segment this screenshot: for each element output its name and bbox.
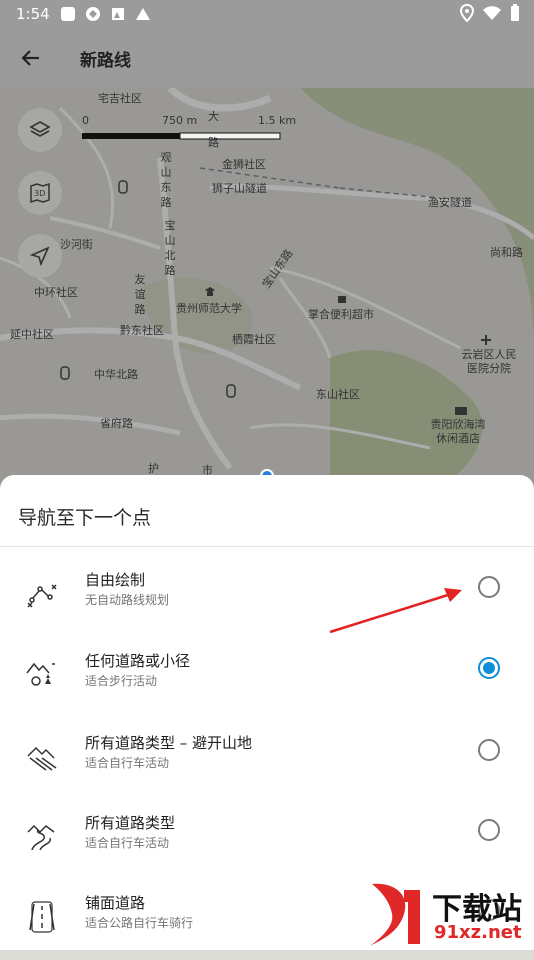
map-label: 尚和路 — [490, 246, 523, 259]
shop-icon — [338, 296, 346, 303]
bus-stop-icon — [226, 384, 236, 398]
map-label: 云岩区人民医院分院 — [461, 348, 517, 375]
layers-button[interactable] — [18, 108, 62, 152]
location-icon — [460, 4, 474, 22]
map-label: 东山社区 — [316, 388, 360, 401]
radio-free-draw[interactable] — [478, 576, 500, 598]
photo-icon — [112, 8, 124, 20]
free-draw-icon — [27, 584, 57, 608]
map-view[interactable]: 0 750 m 1.5 km 宅吉社区 金狮社区 狮子山隧道 渔安隧道 尚和路 … — [0, 88, 534, 488]
map-label: 狮子山隧道 — [212, 182, 267, 195]
map-label: 贵阳欣海湾休闲酒店 — [430, 418, 486, 445]
hospital-icon — [481, 335, 491, 345]
page-title: 新路线 — [80, 50, 131, 71]
radio-all-roads[interactable] — [478, 819, 500, 841]
status-time: 1:54 — [16, 5, 50, 23]
bus-stop-icon — [118, 180, 128, 194]
map-label: 宅吉社区 — [98, 92, 142, 105]
routing-mode-sheet: 导航至下一个点 自由绘制 无自动路线规划 任何道路或小径 适合步行活动 所有道路… — [0, 475, 534, 950]
sheet-title: 导航至下一个点 — [18, 507, 152, 529]
triangle-icon — [136, 8, 150, 20]
map-label: 护 — [148, 462, 159, 475]
paved-road-icon — [29, 901, 55, 933]
flat-road-icon — [27, 746, 57, 771]
back-button[interactable] — [1, 28, 61, 88]
map-label: 沙河街 — [60, 238, 93, 251]
option-avoid-hills[interactable]: 所有道路类型 – 避开山地 适合自行车活动 — [0, 720, 534, 800]
map-label: 金狮社区 — [222, 158, 266, 171]
navigate-button[interactable] — [18, 234, 62, 278]
watermark-logo-icon — [370, 883, 420, 946]
shield-icon — [86, 7, 100, 21]
option-any-road[interactable]: 任何道路或小径 适合步行活动 — [0, 638, 534, 718]
option-title: 所有道路类型 — [85, 814, 176, 832]
square-icon — [61, 7, 75, 21]
wifi-icon — [483, 6, 501, 20]
map-label: 黔东社区 — [120, 324, 164, 337]
bus-stop-icon — [60, 366, 70, 380]
scale-label-750: 750 m — [162, 114, 198, 127]
map-label: 中华北路 — [94, 368, 138, 381]
watermark: 下载站 91xz.net — [364, 880, 534, 950]
svg-text:3D: 3D — [34, 189, 45, 198]
option-free-draw[interactable]: 自由绘制 无自动路线规划 — [0, 557, 534, 637]
3d-map-icon: 3D — [30, 182, 50, 204]
scale-label-0: 0 — [82, 114, 89, 127]
option-title: 铺面道路 — [85, 894, 146, 912]
app-bar: 新路线 — [0, 28, 534, 88]
map-label: 延中社区 — [10, 328, 54, 341]
navigation-arrow-icon — [29, 246, 50, 267]
hiking-trail-icon — [26, 662, 55, 686]
radio-any-road[interactable] — [478, 657, 500, 679]
map-label: 中环社区 — [34, 286, 78, 299]
map-label: 栖霞社区 — [232, 333, 276, 346]
scale-label-1500: 1.5 km — [258, 114, 297, 127]
status-bar: 1:54 — [0, 0, 534, 28]
option-all-roads[interactable]: 所有道路类型 适合自行车活动 — [0, 800, 534, 880]
option-subtitle: 无自动路线规划 — [85, 593, 170, 607]
watermark-site: 91xz.net — [434, 922, 522, 943]
school-icon — [205, 287, 215, 296]
option-title: 任何道路或小径 — [85, 652, 191, 670]
option-subtitle: 适合自行车活动 — [85, 756, 170, 770]
option-subtitle: 适合步行活动 — [85, 674, 158, 688]
winding-road-icon — [27, 824, 55, 851]
option-title: 所有道路类型 – 避开山地 — [85, 734, 253, 752]
map-label: 观山东路 — [160, 151, 172, 209]
map-label: 贵州师范大学 — [176, 302, 242, 315]
divider — [0, 546, 534, 547]
map-label: 大 — [208, 110, 219, 123]
map-label: 渔安隧道 — [428, 196, 472, 209]
battery-icon — [511, 4, 519, 21]
map-label: 友谊路 — [134, 273, 146, 316]
radio-avoid-hills[interactable] — [478, 739, 500, 761]
map-label: 掌合便利超市 — [308, 308, 374, 321]
option-title: 自由绘制 — [85, 571, 146, 589]
map-label: 省府路 — [100, 417, 133, 430]
3d-button[interactable]: 3D — [18, 171, 62, 215]
hotel-icon — [455, 407, 467, 415]
option-subtitle: 适合自行车活动 — [85, 836, 170, 850]
arrow-left-icon — [21, 50, 39, 66]
layers-icon — [29, 121, 51, 137]
option-subtitle: 适合公路自行车骑行 — [85, 916, 194, 930]
map-label: 路 — [208, 136, 219, 149]
map-label: 宝山北路 — [164, 219, 176, 277]
